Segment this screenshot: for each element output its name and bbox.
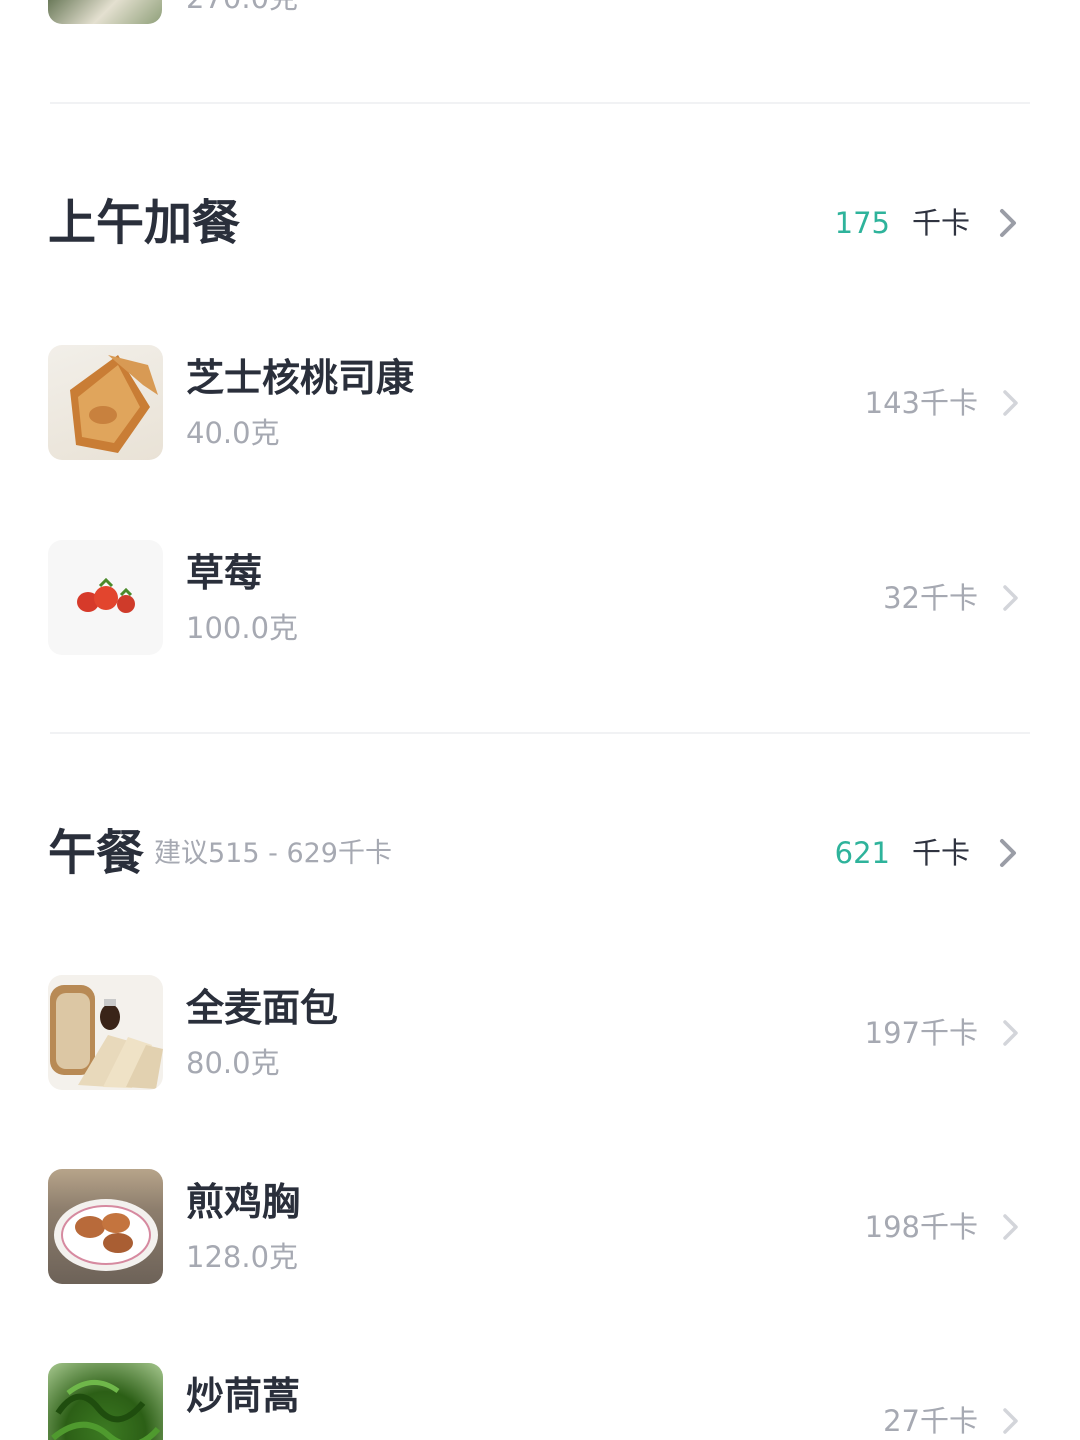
food-amount: 40.0克 [186, 416, 280, 450]
meal-kcal-unit: 千卡 [911, 206, 970, 240]
chevron-right-icon[interactable] [990, 835, 1026, 871]
food-name: 炒茼蒿 [186, 1374, 301, 1418]
food-row-scone[interactable]: 芝士核桃司康 40.0克 143千卡 [48, 345, 1032, 461]
chevron-right-icon[interactable] [994, 582, 1026, 614]
scone-photo-icon [48, 345, 163, 460]
chicken-photo-icon [48, 1169, 163, 1284]
food-name: 煎鸡胸 [186, 1180, 301, 1224]
food-amount: 80.0克 [186, 1046, 280, 1080]
food-kcal: 143千卡 [864, 386, 978, 420]
food-kcal: 27千卡 [883, 1404, 978, 1438]
chevron-right-icon[interactable] [994, 387, 1026, 419]
food-photo-icon[interactable] [48, 0, 162, 24]
food-amount: 100.0克 [186, 611, 299, 645]
food-name: 全麦面包 [186, 986, 339, 1030]
meal-kcal-total: 621 [834, 836, 890, 870]
strawberry-photo-icon [48, 540, 163, 655]
food-kcal: 198千卡 [864, 1210, 978, 1244]
divider [50, 732, 1030, 734]
diet-log-page: 270.0克 上午加餐 175 千卡 芝士核桃司康 40.0克 143千卡 [0, 0, 1080, 1440]
meal-kcal-unit: 千卡 [911, 836, 970, 870]
food-row-greens[interactable]: 炒茼蒿 27千卡 [48, 1363, 1032, 1440]
meal-title: 上午加餐 [48, 195, 241, 251]
meal-kcal-total: 175 [834, 206, 890, 240]
food-row-strawberry[interactable]: 草莓 100.0克 32千卡 [48, 540, 1032, 656]
food-row-chicken[interactable]: 煎鸡胸 128.0克 198千卡 [48, 1169, 1032, 1285]
food-name: 芝士核桃司康 [186, 356, 415, 400]
chevron-right-icon[interactable] [990, 205, 1026, 241]
food-amount: 128.0克 [186, 1240, 299, 1274]
bread-photo-icon [48, 975, 163, 1090]
previous-item-amount: 270.0克 [186, 0, 298, 18]
greens-photo-icon [48, 1363, 163, 1440]
food-kcal: 197千卡 [864, 1016, 978, 1050]
chevron-right-icon[interactable] [994, 1211, 1026, 1243]
meal-header-morning-snack[interactable]: 上午加餐 175 千卡 [48, 188, 1032, 258]
meal-suggestion: 建议515 - 629千卡 [154, 838, 392, 869]
food-row-bread[interactable]: 全麦面包 80.0克 197千卡 [48, 975, 1032, 1091]
divider [50, 102, 1030, 104]
food-kcal: 32千卡 [883, 581, 978, 615]
chevron-right-icon[interactable] [994, 1405, 1026, 1437]
chevron-right-icon[interactable] [994, 1017, 1026, 1049]
meal-title: 午餐 [48, 825, 145, 881]
food-name: 草莓 [186, 551, 263, 595]
meal-header-lunch[interactable]: 午餐 建议515 - 629千卡 621 千卡 [48, 818, 1032, 888]
